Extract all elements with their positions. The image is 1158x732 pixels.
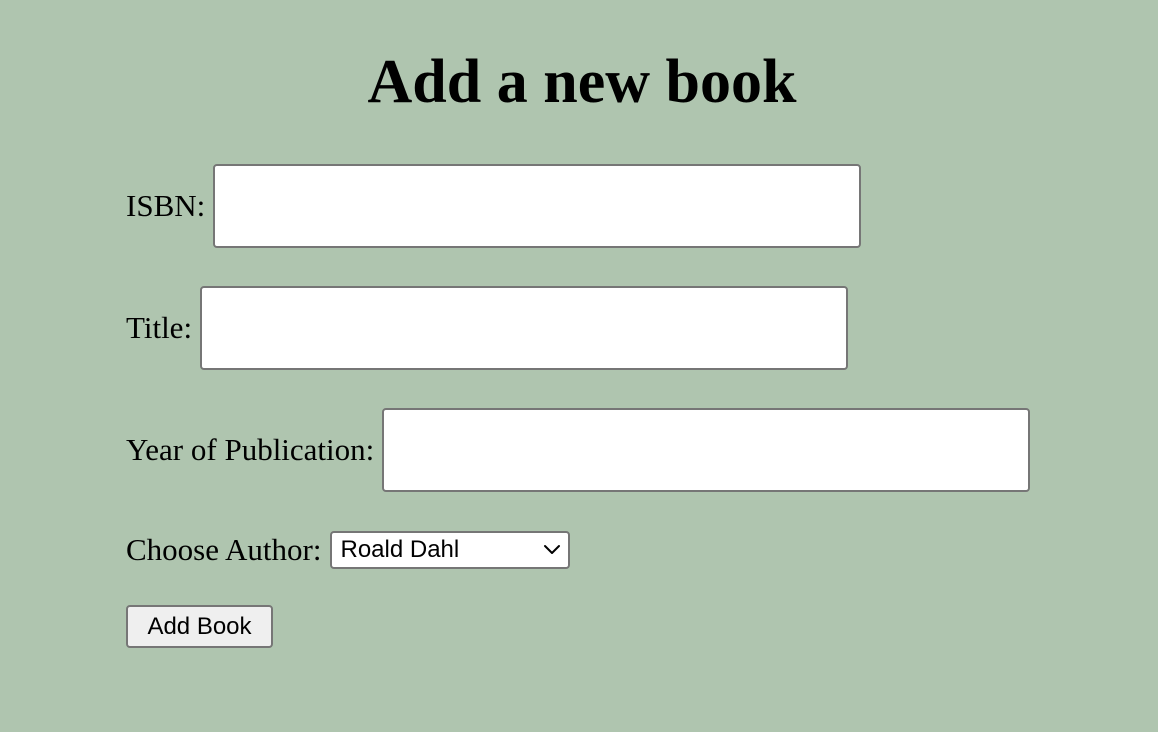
title-input[interactable]: [200, 286, 849, 370]
author-label: Choose Author:: [126, 532, 322, 567]
author-row: Choose Author: Roald Dahl: [126, 530, 571, 570]
isbn-input[interactable]: [213, 164, 862, 248]
isbn-row: ISBN:: [126, 164, 862, 248]
author-select[interactable]: Roald Dahl: [330, 531, 571, 569]
add-book-page: Add a new book ISBN: Title: Year of Publ…: [0, 0, 1158, 732]
author-select-value: Roald Dahl: [340, 536, 460, 563]
title-label: Title:: [126, 310, 193, 345]
isbn-label: ISBN:: [126, 188, 206, 223]
year-row: Year of Publication:: [126, 408, 1031, 492]
title-row: Title:: [126, 286, 849, 370]
page-title: Add a new book: [367, 48, 797, 116]
chevron-down-icon: [544, 545, 561, 554]
year-label: Year of Publication:: [126, 432, 375, 467]
add-book-button[interactable]: Add Book: [126, 605, 273, 648]
year-input[interactable]: [382, 408, 1031, 492]
